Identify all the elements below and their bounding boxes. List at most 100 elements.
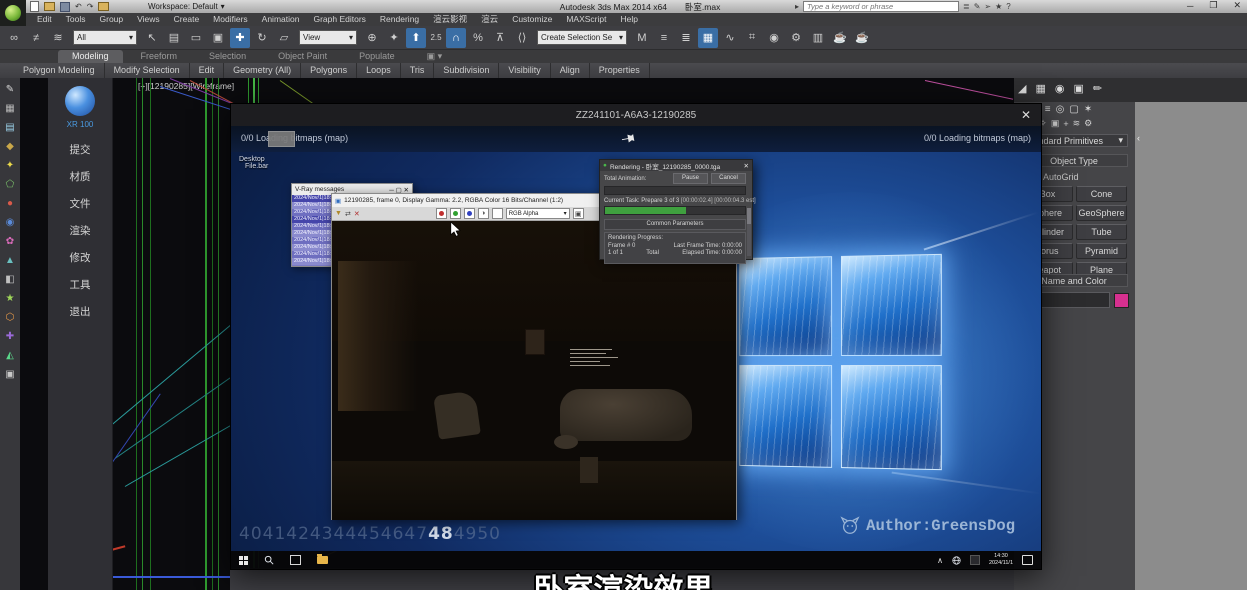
pyramid-button[interactable]: Pyramid <box>1076 243 1127 259</box>
use-pivot-center-icon[interactable]: ⊕ <box>362 28 382 48</box>
render-setup-icon[interactable]: ⚙ <box>786 28 806 48</box>
cancel-button[interactable]: Cancel <box>711 173 746 184</box>
ribbon-edit[interactable]: Edit <box>190 63 225 78</box>
left-toolbar-icon[interactable]: ◉ <box>3 216 17 230</box>
ribbon-geometry-all[interactable]: Geometry (All) <box>224 63 301 78</box>
snaps-toggle-label[interactable]: 2.5 <box>428 28 444 48</box>
menu-group[interactable]: Group <box>93 13 131 26</box>
left-toolbar-icon[interactable]: ★ <box>3 292 17 306</box>
tab-freeform[interactable]: Freeform <box>127 50 192 63</box>
left-toolbar-icon[interactable]: ◧ <box>3 273 17 287</box>
edit-named-selection-icon[interactable]: ⟨⟩ <box>512 28 532 48</box>
left-toolbar-icon[interactable]: ▤ <box>3 121 17 135</box>
minimize-button[interactable]: ─ <box>1187 1 1193 11</box>
schematic-view-icon[interactable]: ⌗ <box>742 28 762 48</box>
menu-help[interactable]: Help <box>614 13 645 26</box>
ribbon-modify-selection[interactable]: Modify Selection <box>105 63 190 78</box>
menu-rendering[interactable]: Rendering <box>373 13 426 26</box>
select-and-link-icon[interactable]: ∞ <box>4 28 24 48</box>
cone-button[interactable]: Cone <box>1076 186 1127 202</box>
tab-motion-icon[interactable]: ◎ <box>1056 104 1065 115</box>
vfb-blue-channel-icon[interactable] <box>464 208 475 219</box>
menu-customize[interactable]: Customize <box>505 13 559 26</box>
render-dialog-close-icon[interactable]: ✕ <box>744 162 749 170</box>
geosphere-button[interactable]: GeoSphere <box>1076 205 1127 221</box>
viewport-toolbar-icon[interactable]: ◢ <box>1018 82 1026 95</box>
selection-filter-dropdown[interactable]: All▾ <box>73 30 137 45</box>
vfb-red-channel-icon[interactable] <box>436 208 447 219</box>
tray-app-icon[interactable] <box>970 555 980 565</box>
communication-icon[interactable]: ➢ <box>984 2 991 11</box>
dialog-scrollbar[interactable] <box>747 208 751 256</box>
select-and-scale-icon[interactable]: ▱ <box>274 28 294 48</box>
viewport-label[interactable]: [+][12190285][Wireframe] <box>138 81 234 91</box>
save-file-icon[interactable] <box>60 2 70 12</box>
left-toolbar-icon[interactable]: ✿ <box>3 235 17 249</box>
select-and-move-icon[interactable]: ✚ <box>230 28 250 48</box>
reference-coordinate-dropdown[interactable]: View▾ <box>299 30 357 45</box>
subscription-icon[interactable]: ✎ <box>974 2 981 11</box>
search-options-icon[interactable]: ≣ <box>963 2 970 11</box>
ribbon-loops[interactable]: Loops <box>357 63 401 78</box>
xr-item-modify[interactable]: 修改 <box>70 245 91 272</box>
keyboard-shortcut-override-icon[interactable]: ⬆ <box>406 28 426 48</box>
ribbon-polygon-modeling[interactable]: Polygon Modeling <box>14 63 105 78</box>
tray-expand-icon[interactable]: ∧ <box>937 556 943 565</box>
xr-item-submit[interactable]: 提交 <box>70 137 91 164</box>
task-view-icon[interactable] <box>290 555 301 565</box>
redo-icon[interactable]: ↷ <box>87 1 94 12</box>
menu-xrender-video[interactable]: 渲云影视 <box>426 13 474 26</box>
pin-icon[interactable] <box>618 128 639 149</box>
workspace-dropdown[interactable]: Workspace: Default▾ <box>148 1 225 12</box>
tab-modeling[interactable]: Modeling <box>58 50 123 63</box>
align-icon[interactable]: ≡ <box>654 28 674 48</box>
remote-close-icon[interactable]: ✕ <box>1021 108 1031 122</box>
xr-item-tools[interactable]: 工具 <box>70 272 91 299</box>
ribbon-subdivision[interactable]: Subdivision <box>434 63 499 78</box>
object-color-swatch[interactable] <box>1114 293 1129 308</box>
action-center-icon[interactable] <box>1022 555 1033 565</box>
ribbon-polygons[interactable]: Polygons <box>301 63 357 78</box>
xr-item-material[interactable]: 材质 <box>70 164 91 191</box>
left-toolbar-icon[interactable]: ◭ <box>3 349 17 363</box>
menu-modifiers[interactable]: Modifiers <box>206 13 254 26</box>
ribbon-tris[interactable]: Tris <box>401 63 435 78</box>
pause-button[interactable]: Pause <box>673 173 708 184</box>
close-button[interactable]: ✕ <box>1233 0 1241 11</box>
left-toolbar-icon[interactable]: ▦ <box>3 102 17 116</box>
remote-desktop[interactable]: Desktop File.bar V-Ray messages ─ ▢ ✕ <box>231 152 1041 551</box>
menu-xrender[interactable]: 渲云 <box>474 13 505 26</box>
vfb-mono-icon[interactable]: ◑ <box>478 208 489 219</box>
vfb-save-icon[interactable]: ▼ <box>335 210 342 217</box>
render-dialog-titlebar[interactable]: ● Rendering - 卧室_12190285_0000.tga ✕ <box>600 160 752 171</box>
3dsmax-logo[interactable] <box>0 0 26 26</box>
select-and-manipulate-icon[interactable]: ✦ <box>384 28 404 48</box>
left-toolbar-icon[interactable]: ⬡ <box>3 311 17 325</box>
menu-maxscript[interactable]: MAXScript <box>559 13 613 26</box>
left-toolbar-icon[interactable]: ✚ <box>3 330 17 344</box>
favorites-icon[interactable]: ★ <box>995 2 1002 11</box>
menu-graph-editors[interactable]: Graph Editors <box>306 13 372 26</box>
new-file-icon[interactable] <box>30 1 39 12</box>
tab-display-icon[interactable]: ▢ <box>1069 104 1078 115</box>
panel-collapse-icon[interactable]: ‹ <box>1137 133 1140 143</box>
material-editor-icon[interactable]: ◉ <box>764 28 784 48</box>
named-selection-dropdown[interactable]: Create Selection Se▾ <box>537 30 627 45</box>
window-crossing-icon[interactable]: ▣ <box>208 28 228 48</box>
unlink-selection-icon[interactable]: ≠ <box>26 28 46 48</box>
help-icon[interactable]: ? <box>1006 2 1010 11</box>
viewport-toolbar-icon[interactable]: ✏ <box>1093 82 1102 95</box>
category-helpers-icon[interactable]: + <box>1063 119 1068 129</box>
tab-populate[interactable]: Populate <box>345 50 409 63</box>
remote-window-titlebar[interactable]: ZZ241101-A6A3-12190285 ✕ <box>231 104 1041 126</box>
desktop-icon-labels[interactable]: Desktop File.bar <box>239 156 268 170</box>
menu-tools[interactable]: Tools <box>59 13 93 26</box>
rectangular-selection-icon[interactable]: ▭ <box>186 28 206 48</box>
viewport-toolbar-icon[interactable]: ▦ <box>1035 82 1045 95</box>
category-systems-icon[interactable]: ⚙ <box>1084 118 1092 129</box>
layer-manager-icon[interactable]: ≣ <box>676 28 696 48</box>
vfb-green-channel-icon[interactable] <box>450 208 461 219</box>
render-iterative-icon[interactable]: ☕ <box>852 28 872 48</box>
ribbon-properties[interactable]: Properties <box>590 63 650 78</box>
tube-button[interactable]: Tube <box>1076 224 1127 240</box>
